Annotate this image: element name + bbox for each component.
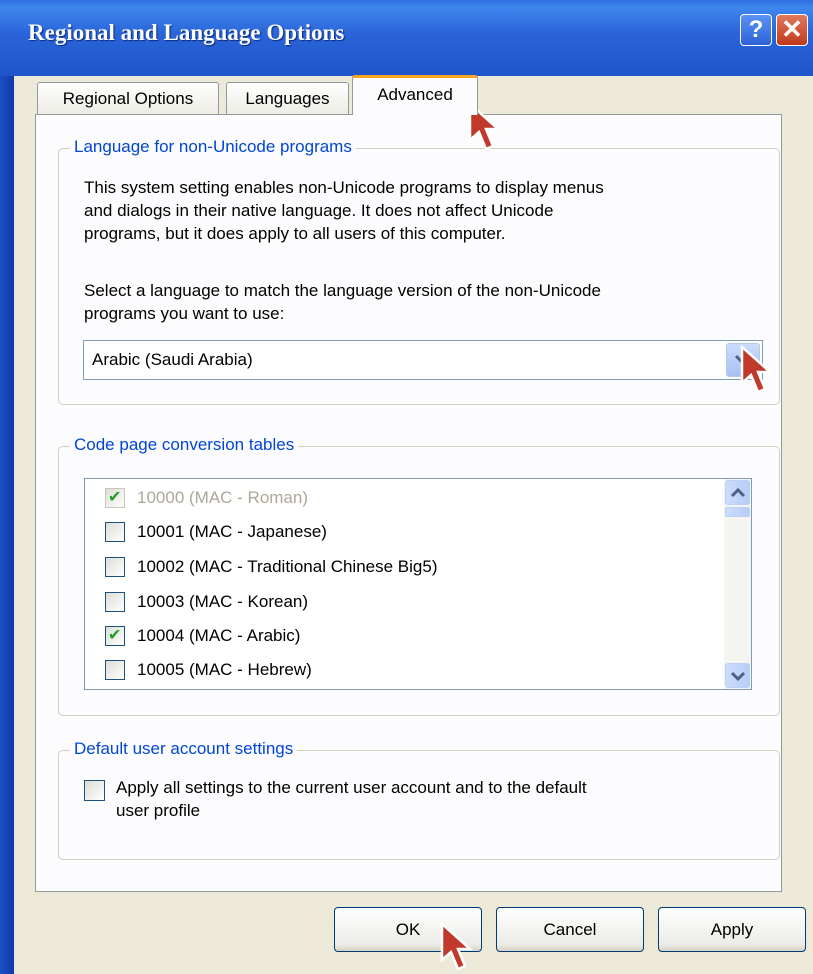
apply-button[interactable]: Apply	[658, 907, 806, 952]
tab-label: Languages	[245, 89, 330, 108]
code-page-list[interactable]: 10000 (MAC - Roman) 10001 (MAC - Japanes…	[84, 478, 752, 690]
apply-button-label: Apply	[710, 920, 754, 939]
description-line: This system setting enables non-Unicode …	[84, 178, 604, 197]
list-item-label: 10004 (MAC - Arabic)	[137, 626, 301, 645]
checkbox[interactable]	[105, 592, 125, 612]
non-unicode-legend: Language for non-Unicode programs	[70, 137, 356, 157]
help-button[interactable]: ?	[740, 14, 772, 46]
scroll-up-button[interactable]	[725, 480, 750, 505]
apply-default-user-label[interactable]: Apply all settings to the current user a…	[116, 776, 587, 822]
language-dropdown[interactable]: Arabic (Saudi Arabia)	[83, 340, 763, 380]
window-title: Regional and Language Options	[28, 20, 345, 45]
checkbox-label-line: Apply all settings to the current user a…	[116, 778, 587, 797]
non-unicode-description: This system setting enables non-Unicode …	[84, 176, 604, 245]
cursor-arrow-icon	[740, 345, 774, 394]
list-scrollbar[interactable]	[724, 479, 751, 689]
close-icon: ✕	[781, 14, 803, 44]
chevron-up-icon	[730, 487, 746, 498]
checkbox[interactable]	[105, 625, 125, 646]
list-item-label: 10000 (MAC - Roman)	[137, 488, 309, 507]
description-line: programs, but it does apply to all users…	[84, 224, 506, 243]
tab-advanced[interactable]: Advanced	[352, 75, 478, 115]
close-button[interactable]: ✕	[776, 14, 808, 46]
list-item-label: 10005 (MAC - Hebrew)	[137, 660, 312, 679]
help-icon: ?	[748, 16, 764, 43]
instruction-line: Select a language to match the language …	[84, 281, 601, 300]
cancel-button[interactable]: Cancel	[496, 907, 644, 952]
checkbox[interactable]	[105, 660, 125, 680]
scroll-down-button[interactable]	[725, 663, 750, 688]
ok-button-label: OK	[395, 920, 421, 939]
default-user-legend: Default user account settings	[70, 739, 298, 759]
tab-label: Regional Options	[62, 89, 194, 108]
scroll-thumb[interactable]	[725, 507, 750, 517]
instruction-line: programs you want to use:	[84, 304, 285, 323]
chevron-down-icon	[730, 671, 746, 682]
list-item-label: 10002 (MAC - Traditional Chinese Big5)	[137, 557, 438, 576]
apply-default-user-checkbox[interactable]	[84, 780, 105, 801]
tab-languages[interactable]: Languages	[226, 82, 349, 115]
cursor-arrow-icon	[440, 922, 474, 971]
non-unicode-instruction: Select a language to match the language …	[84, 279, 601, 325]
tab-label: Advanced	[377, 85, 453, 104]
window-frame-left	[0, 76, 14, 974]
cancel-button-label: Cancel	[543, 920, 597, 939]
tab-regional-options[interactable]: Regional Options	[37, 82, 219, 115]
checkbox[interactable]	[105, 522, 125, 542]
language-dropdown-value: Arabic (Saudi Arabia)	[92, 350, 253, 369]
checkbox-label-line: user profile	[116, 801, 201, 820]
checkbox[interactable]	[105, 557, 125, 577]
description-line: and dialogs in their native language. It…	[84, 201, 554, 220]
list-item-label: 10003 (MAC - Korean)	[137, 592, 309, 611]
list-item-label: 10001 (MAC - Japanese)	[137, 522, 327, 541]
checkbox[interactable]	[105, 487, 125, 508]
code-page-legend: Code page conversion tables	[70, 435, 299, 455]
title-bar[interactable]: Regional and Language Options ? ✕	[0, 0, 813, 76]
